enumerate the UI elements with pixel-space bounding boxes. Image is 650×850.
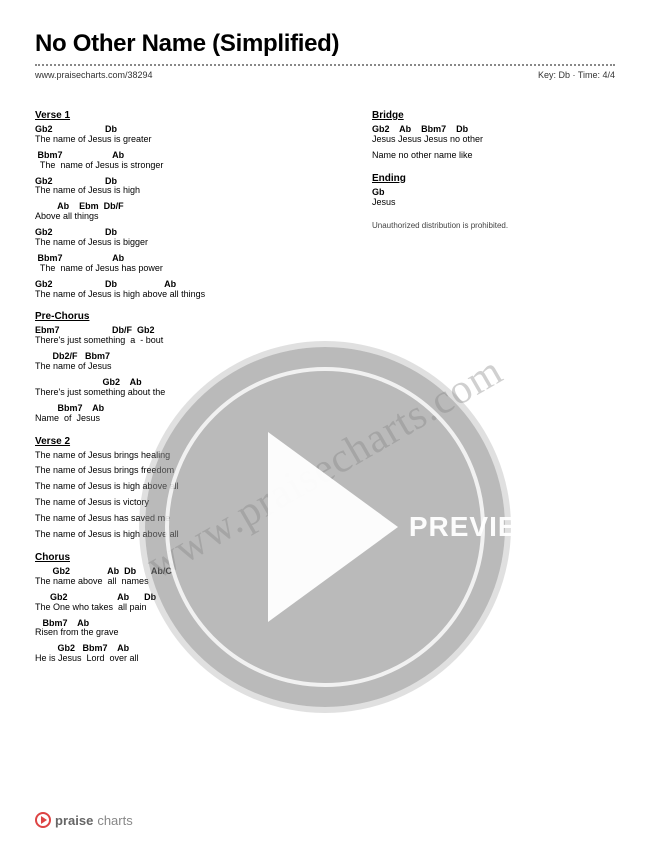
lyric-row: The name of Jesus [35,362,332,372]
divider [35,64,615,66]
lyric-line: Bbm7 AbRisen from the grave [35,619,332,639]
lyric-row: The name of Jesus is high above all thin… [35,290,332,300]
section-title: Verse 2 [35,436,332,447]
lyric-line: The name of Jesus is high above all [35,530,332,540]
lyric-line: Bbm7 Ab The name of Jesus is stronger [35,151,332,171]
lyric-line: Db2/F Bbm7The name of Jesus [35,352,332,372]
lyric-line: Name no other name like [372,151,615,161]
lyric-row: There's just something a - bout [35,336,332,346]
lyric-line: Bbm7 Ab The name of Jesus has power [35,254,332,274]
lyric-line: Ab Ebm Db/FAbove all things [35,202,332,222]
lyric-row: The name of Jesus brings freedom [35,466,332,476]
lyric-row: Jesus [372,198,615,208]
lyric-row: The One who takes all pain [35,603,332,613]
section-title: Bridge [372,110,615,121]
lyric-row: The name of Jesus is stronger [35,161,332,171]
lyric-row: The name of Jesus is victory [35,498,332,508]
key-time: Key: Db · Time: 4/4 [538,70,615,80]
lyric-line: Gb2 Bbm7 AbHe is Jesus Lord over all [35,644,332,664]
lyric-row: The name of Jesus is high [35,186,332,196]
lyric-line: Gb2 Ab Bbm7 DbJesus Jesus Jesus no other [372,125,615,145]
section-title: Verse 1 [35,110,332,121]
lyric-row: The name of Jesus is bigger [35,238,332,248]
lyric-line: The name of Jesus has saved me [35,514,332,524]
lyric-line: The name of Jesus brings healing [35,451,332,461]
lyric-line: Gb2 DbThe name of Jesus is greater [35,125,332,145]
song-title: No Other Name (Simplified) [35,30,615,58]
lyric-row: Above all things [35,212,332,222]
lyric-line: Bbm7 AbName of Jesus [35,404,332,424]
lyric-line: The name of Jesus is high above all [35,482,332,492]
lyric-row: The name of Jesus has power [35,264,332,274]
lyric-row: The name of Jesus brings healing [35,451,332,461]
footer-brand-light: charts [97,813,132,828]
lyric-line: Gb2 Db AbThe name of Jesus is high above… [35,280,332,300]
section-title: Ending [372,173,615,184]
left-column: Verse 1 Gb2 DbThe name of Jesus is greate… [35,98,332,670]
lyric-line: Gb2 Ab Db Ab/CThe name above all names [35,567,332,587]
meta-row: www.praisecharts.com/38294 Key: Db · Tim… [35,70,615,80]
footer-logo: praise charts [35,812,133,828]
lyric-row: The name of Jesus is greater [35,135,332,145]
footer-brand-bold: praise [55,813,93,828]
lyric-line: The name of Jesus brings freedom [35,466,332,476]
lyric-line: GbJesus [372,188,615,208]
lyric-row: The name of Jesus is high above all [35,482,332,492]
lyric-row: Jesus Jesus Jesus no other [372,135,615,145]
lyric-row: He is Jesus Lord over all [35,654,332,664]
lyric-row: Name no other name like [372,151,615,161]
chord-row: Gb [372,188,615,198]
lyric-row: The name of Jesus is high above all [35,530,332,540]
lyric-row: The name above all names [35,577,332,587]
lyric-row: The name of Jesus has saved me [35,514,332,524]
lyric-row: Name of Jesus [35,414,332,424]
right-column: Bridge Gb2 Ab Bbm7 DbJesus Jesus Jesus no… [372,98,615,670]
copyright-note: Unauthorized distribution is prohibited. [372,221,615,230]
chord-sheet: No Other Name (Simplified) www.praisecha… [0,0,650,850]
lyric-line: The name of Jesus is victory [35,498,332,508]
columns: Verse 1 Gb2 DbThe name of Jesus is greate… [35,98,615,670]
lyric-line: Gb2 AbThere's just something about the [35,378,332,398]
lyric-line: Gb2 DbThe name of Jesus is high [35,177,332,197]
lyric-row: There's just something about the [35,388,332,398]
lyric-line: Gb2 Ab DbThe One who takes all pain [35,593,332,613]
lyric-line: Ebm7 Db/F Gb2There's just something a - … [35,326,332,346]
section-title: Chorus [35,552,332,563]
section-title: Pre-Chorus [35,311,332,322]
logo-play-icon [35,812,51,828]
lyric-line: Gb2 DbThe name of Jesus is bigger [35,228,332,248]
source-url: www.praisecharts.com/38294 [35,70,153,80]
lyric-row: Risen from the grave [35,628,332,638]
